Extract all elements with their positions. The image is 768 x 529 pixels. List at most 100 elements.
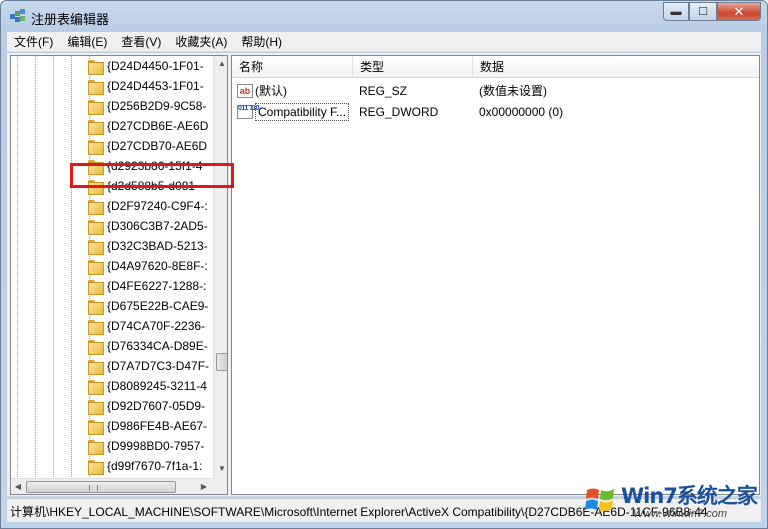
maximize-button[interactable]: ☐ bbox=[689, 2, 717, 21]
grip-icon bbox=[89, 485, 98, 491]
scroll-right-arrow-icon[interactable]: ▶ bbox=[198, 480, 210, 494]
tree-vscroll-thumb[interactable] bbox=[216, 353, 227, 371]
menu-bar: 文件(F) 编辑(E) 查看(V) 收藏夹(A) 帮助(H) bbox=[7, 32, 761, 52]
tree-item-label: {D675E22B-CAE9- bbox=[107, 299, 209, 313]
tree-item[interactable]: {D4A97620-8E8F-: bbox=[87, 256, 208, 276]
tree-vertical-scrollbar[interactable]: ▲ ▼ bbox=[213, 56, 227, 478]
tree-item-label: {D27CDB6E-AE6D bbox=[107, 119, 209, 133]
scroll-down-arrow-icon[interactable]: ▼ bbox=[216, 462, 227, 476]
tree-item-label: {D24D4453-1F01- bbox=[107, 79, 204, 93]
menu-edit[interactable]: 编辑(E) bbox=[60, 32, 114, 52]
key-tree[interactable]: {D24D4450-1F01- {D24D4453-1F01- {D256B2D9-… bbox=[10, 55, 228, 495]
tree-item[interactable]: {D76334CA-D89E- bbox=[87, 336, 208, 356]
menu-view[interactable]: 查看(V) bbox=[114, 32, 168, 52]
folder-icon bbox=[87, 279, 104, 295]
binary-value-icon: 011 110 bbox=[237, 104, 260, 119]
tree-item-label: {D24D4450-1F01- bbox=[107, 59, 204, 73]
folder-icon bbox=[87, 259, 104, 275]
tree-item[interactable]: {D2F97240-C9F4-: bbox=[87, 196, 208, 216]
folder-icon bbox=[87, 59, 104, 75]
folder-icon bbox=[87, 119, 104, 135]
tree-item[interactable]: {D986FE4B-AE67- bbox=[87, 416, 207, 436]
tree-item-label: {D4A97620-8E8F-: bbox=[107, 259, 208, 273]
value-data: (数值未设置) bbox=[479, 84, 547, 98]
watermark-brand: Win7系统之家 bbox=[621, 484, 758, 508]
regedit-window: 注册表编辑器 ▬ ☐ ✕ 文件(F) 编辑(E) 查看(V) 收藏夹(A) 帮助… bbox=[0, 0, 768, 529]
scroll-up-arrow-icon[interactable]: ▲ bbox=[216, 57, 227, 71]
selected-key-highlight bbox=[70, 163, 234, 188]
value-type: REG_DWORD bbox=[359, 104, 439, 119]
string-value-icon: ab bbox=[237, 83, 253, 98]
tree-item-label: {D92D7607-05D9- bbox=[107, 399, 206, 413]
folder-icon bbox=[87, 99, 104, 115]
folder-icon bbox=[87, 339, 104, 355]
tree-item-label: {d99f7670-7f1a-1: bbox=[107, 459, 203, 473]
tree-item-label: {D74CA70F-2236- bbox=[107, 319, 206, 333]
minimize-button[interactable]: ▬ bbox=[663, 2, 689, 21]
value-name: Compatibility F... bbox=[255, 102, 350, 121]
folder-icon bbox=[87, 359, 104, 375]
folder-icon bbox=[87, 399, 104, 415]
folder-icon bbox=[87, 139, 104, 155]
regedit-icon bbox=[10, 9, 25, 22]
folder-icon bbox=[87, 419, 104, 435]
tree-item-label: {D4FE6227-1288-: bbox=[107, 279, 207, 293]
watermark: Win7系统之家 Www.Winwin7.com bbox=[583, 478, 765, 526]
tree-item-label: {D306C3B7-2AD5- bbox=[107, 219, 208, 233]
list-header: 名称 类型 数据 bbox=[232, 56, 759, 78]
tree-item-label: {D986FE4B-AE67- bbox=[107, 419, 208, 433]
tree-item[interactable]: {D27CDB70-AE6D bbox=[87, 136, 207, 156]
tree-item[interactable]: {D92D7607-05D9- bbox=[87, 396, 205, 416]
tree-item[interactable]: {D24D4450-1F01- bbox=[87, 56, 204, 76]
tree-item[interactable]: {D24D4453-1F01- bbox=[87, 76, 204, 96]
tree-item[interactable]: {D306C3B7-2AD5- bbox=[87, 216, 208, 236]
tree-item-label: {D9998BD0-7957- bbox=[107, 439, 205, 453]
column-data-header[interactable]: 数据 bbox=[473, 56, 759, 78]
value-name: (默认) bbox=[255, 84, 287, 98]
menu-help[interactable]: 帮助(H) bbox=[234, 32, 289, 52]
window-controls: ▬ ☐ ✕ bbox=[663, 2, 761, 21]
tree-item[interactable]: {D74CA70F-2236- bbox=[87, 316, 205, 336]
client-area: {D24D4450-1F01- {D24D4453-1F01- {D256B2D9-… bbox=[7, 53, 761, 496]
value-data: 0x00000000 (0) bbox=[479, 104, 564, 119]
value-row-compatibility[interactable]: 011 110 Compatibility F... REG_DWORD 0x0… bbox=[232, 101, 759, 122]
tree-item-label: {D256B2D9-9C58- bbox=[107, 99, 207, 113]
folder-icon bbox=[87, 239, 104, 255]
value-name-cell: 011 110 Compatibility F... bbox=[232, 102, 353, 121]
tree-hscroll-thumb[interactable] bbox=[26, 481, 176, 493]
scroll-left-arrow-icon[interactable]: ◀ bbox=[12, 480, 24, 494]
values-list[interactable]: 名称 类型 数据 ab (默认) REG_SZ (数值未设置) 011 110 … bbox=[231, 55, 760, 495]
value-name-cell: ab (默认) bbox=[232, 82, 353, 99]
tree-item[interactable]: {D32C3BAD-5213- bbox=[87, 236, 208, 256]
windows-logo-icon bbox=[585, 488, 614, 512]
column-type-header[interactable]: 类型 bbox=[353, 56, 473, 78]
menu-favorites[interactable]: 收藏夹(A) bbox=[168, 32, 234, 52]
tree-item[interactable]: {D675E22B-CAE9- bbox=[87, 296, 208, 316]
tree-item[interactable]: {D9998BD0-7957- bbox=[87, 436, 204, 456]
tree-item-label: {D2F97240-C9F4-: bbox=[107, 199, 208, 213]
tree-item[interactable]: {D256B2D9-9C58- bbox=[87, 96, 206, 116]
title-bar[interactable]: 注册表编辑器 ▬ ☐ ✕ bbox=[1, 1, 767, 31]
tree-item-label: {D27CDB70-AE6D bbox=[107, 139, 208, 153]
tree-item-label: {D32C3BAD-5213- bbox=[107, 239, 208, 253]
folder-icon bbox=[87, 199, 104, 215]
column-name-header[interactable]: 名称 bbox=[232, 56, 353, 78]
folder-icon bbox=[87, 219, 104, 235]
watermark-url: Www.Winwin7.com bbox=[633, 508, 728, 520]
tree-item[interactable]: {D27CDB6E-AE6D bbox=[87, 116, 208, 136]
value-row-default[interactable]: ab (默认) REG_SZ (数值未设置) bbox=[232, 80, 759, 101]
tree-item[interactable]: {D4FE6227-1288-: bbox=[87, 276, 206, 296]
tree-item[interactable]: {d99f7670-7f1a-1: bbox=[87, 456, 202, 476]
folder-icon bbox=[87, 319, 104, 335]
tree-item-label: {D8089245-3211-4 bbox=[107, 379, 207, 393]
tree-item[interactable]: {D7A7D7C3-D47F- bbox=[87, 356, 209, 376]
folder-icon bbox=[87, 439, 104, 455]
window-title: 注册表编辑器 bbox=[31, 12, 110, 27]
folder-icon bbox=[87, 79, 104, 95]
folder-icon bbox=[87, 379, 104, 395]
close-button[interactable]: ✕ bbox=[717, 2, 761, 21]
folder-icon bbox=[87, 459, 104, 475]
tree-item[interactable]: {D8089245-3211-4 bbox=[87, 376, 207, 396]
tree-horizontal-scrollbar[interactable]: ◀ ▶ bbox=[11, 478, 213, 494]
menu-file[interactable]: 文件(F) bbox=[7, 32, 60, 52]
